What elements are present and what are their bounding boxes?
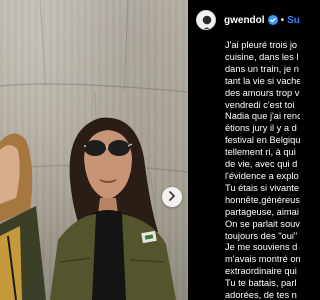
caption-line: partageuse, aimai bbox=[225, 206, 299, 217]
chevron-right-icon bbox=[168, 188, 176, 206]
caption-line: dans un train, je n bbox=[225, 63, 299, 74]
caption-line: J'ai pleuré trois jo bbox=[225, 40, 298, 50]
post-caption: J'ai pleuré trois jo cuisine, dans les ld… bbox=[225, 40, 300, 300]
caption-line: m'avais montré on bbox=[225, 254, 300, 265]
username-link[interactable]: gwendol bbox=[224, 15, 265, 26]
caption-line: de vie, avec qui d bbox=[225, 159, 298, 170]
caption-line: festival en Belgiqu bbox=[225, 135, 300, 146]
next-photo-button[interactable] bbox=[162, 187, 182, 207]
caption-line: Tu te battais, parl bbox=[225, 278, 297, 289]
caption-line: tant la vie si vache bbox=[225, 75, 300, 86]
post-photo bbox=[0, 0, 188, 300]
caption-line: tellement ri, à qui bbox=[225, 147, 296, 158]
caption-line: Je me souviens d bbox=[225, 242, 298, 253]
caption-line: Nadia que j'ai renc bbox=[225, 111, 300, 122]
caption-line: l'évidence a explo bbox=[225, 170, 299, 181]
caption-line: étions jury il y a d bbox=[225, 123, 297, 134]
caption-line: Tu étais si vivante bbox=[225, 182, 300, 193]
verified-badge-icon bbox=[267, 15, 278, 25]
caption-line: toujours des "oui" bbox=[225, 230, 298, 241]
caption-line: cuisine, dans les l bbox=[225, 51, 299, 62]
caption-line: On se parlait souv bbox=[225, 218, 300, 229]
caption-line: honnête,généreus bbox=[225, 194, 300, 205]
caption-line: adorées, de tes n bbox=[225, 290, 297, 300]
profile-avatar[interactable] bbox=[196, 10, 216, 30]
caption-line: extraordinaire qui bbox=[225, 266, 297, 277]
post-header: gwendol • Sui bbox=[196, 7, 300, 33]
caption-line: des amours trop v bbox=[225, 87, 300, 98]
header-separator: • bbox=[280, 14, 285, 26]
follow-button[interactable]: Sui bbox=[287, 15, 300, 26]
caption-line: vendredi c'est toi bbox=[225, 99, 295, 110]
post-caption-panel: gwendol • Sui J'ai pleuré trois jocuisin… bbox=[188, 0, 300, 300]
photo-scene bbox=[0, 0, 188, 300]
